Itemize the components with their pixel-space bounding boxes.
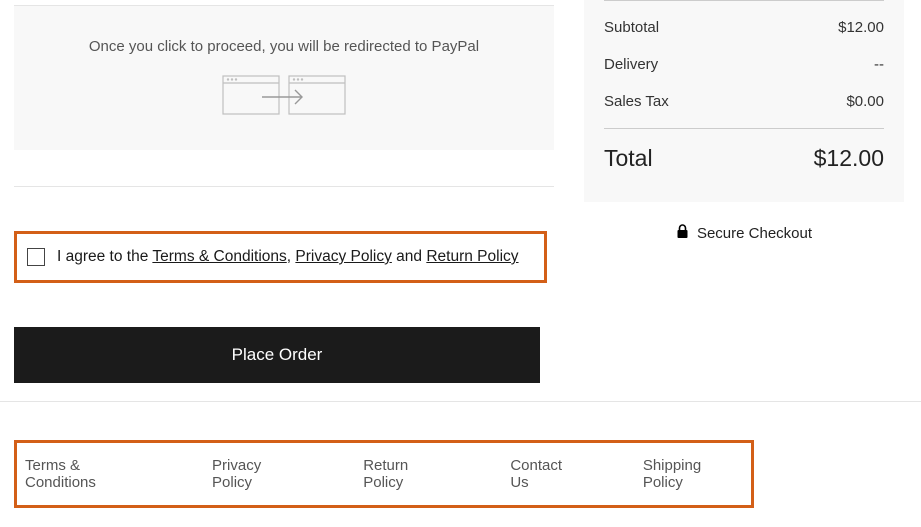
consent-prefix: I agree to the: [57, 248, 152, 265]
delivery-row: Delivery --: [604, 46, 884, 83]
privacy-link[interactable]: Privacy Policy: [295, 248, 391, 265]
total-label: Total: [604, 145, 653, 172]
footer-divider: [0, 401, 921, 402]
tax-value: $0.00: [846, 93, 884, 110]
delivery-value: --: [874, 56, 884, 73]
paypal-redirect-panel: Once you click to proceed, you will be r…: [14, 5, 554, 150]
footer-shipping-link[interactable]: Shipping Policy: [643, 457, 743, 491]
footer-links-highlight: Terms & Conditions Privacy Policy Return…: [14, 440, 754, 508]
order-summary: Subtotal $12.00 Delivery -- Sales Tax $0…: [584, 0, 904, 202]
footer-contact-link[interactable]: Contact Us: [510, 457, 582, 491]
total-value: $12.00: [814, 145, 884, 172]
footer-links: Terms & Conditions Privacy Policy Return…: [25, 457, 743, 491]
consent-row: I agree to the Terms & Conditions, Priva…: [14, 231, 547, 283]
tax-row: Sales Tax $0.00: [604, 83, 884, 120]
section-divider: [14, 186, 554, 187]
consent-checkbox[interactable]: [27, 248, 45, 266]
footer-terms-link[interactable]: Terms & Conditions: [25, 457, 152, 491]
delivery-label: Delivery: [604, 56, 658, 73]
paypal-redirect-message: Once you click to proceed, you will be r…: [34, 38, 534, 55]
lock-icon: [676, 224, 689, 243]
secure-checkout-label: Secure Checkout: [697, 225, 812, 242]
subtotal-value: $12.00: [838, 19, 884, 36]
tax-label: Sales Tax: [604, 93, 669, 110]
subtotal-row: Subtotal $12.00: [604, 9, 884, 46]
consent-text: I agree to the Terms & Conditions, Priva…: [57, 248, 519, 266]
return-link[interactable]: Return Policy: [426, 248, 518, 265]
place-order-button[interactable]: Place Order: [14, 327, 540, 383]
consent-sep2: and: [392, 248, 426, 265]
footer-return-link[interactable]: Return Policy: [363, 457, 450, 491]
terms-link[interactable]: Terms & Conditions: [152, 248, 286, 265]
total-row: Total $12.00: [604, 129, 884, 178]
footer-privacy-link[interactable]: Privacy Policy: [212, 457, 303, 491]
subtotal-label: Subtotal: [604, 19, 659, 36]
redirect-windows-icon: [222, 73, 346, 120]
secure-checkout-row: Secure Checkout: [584, 224, 904, 243]
